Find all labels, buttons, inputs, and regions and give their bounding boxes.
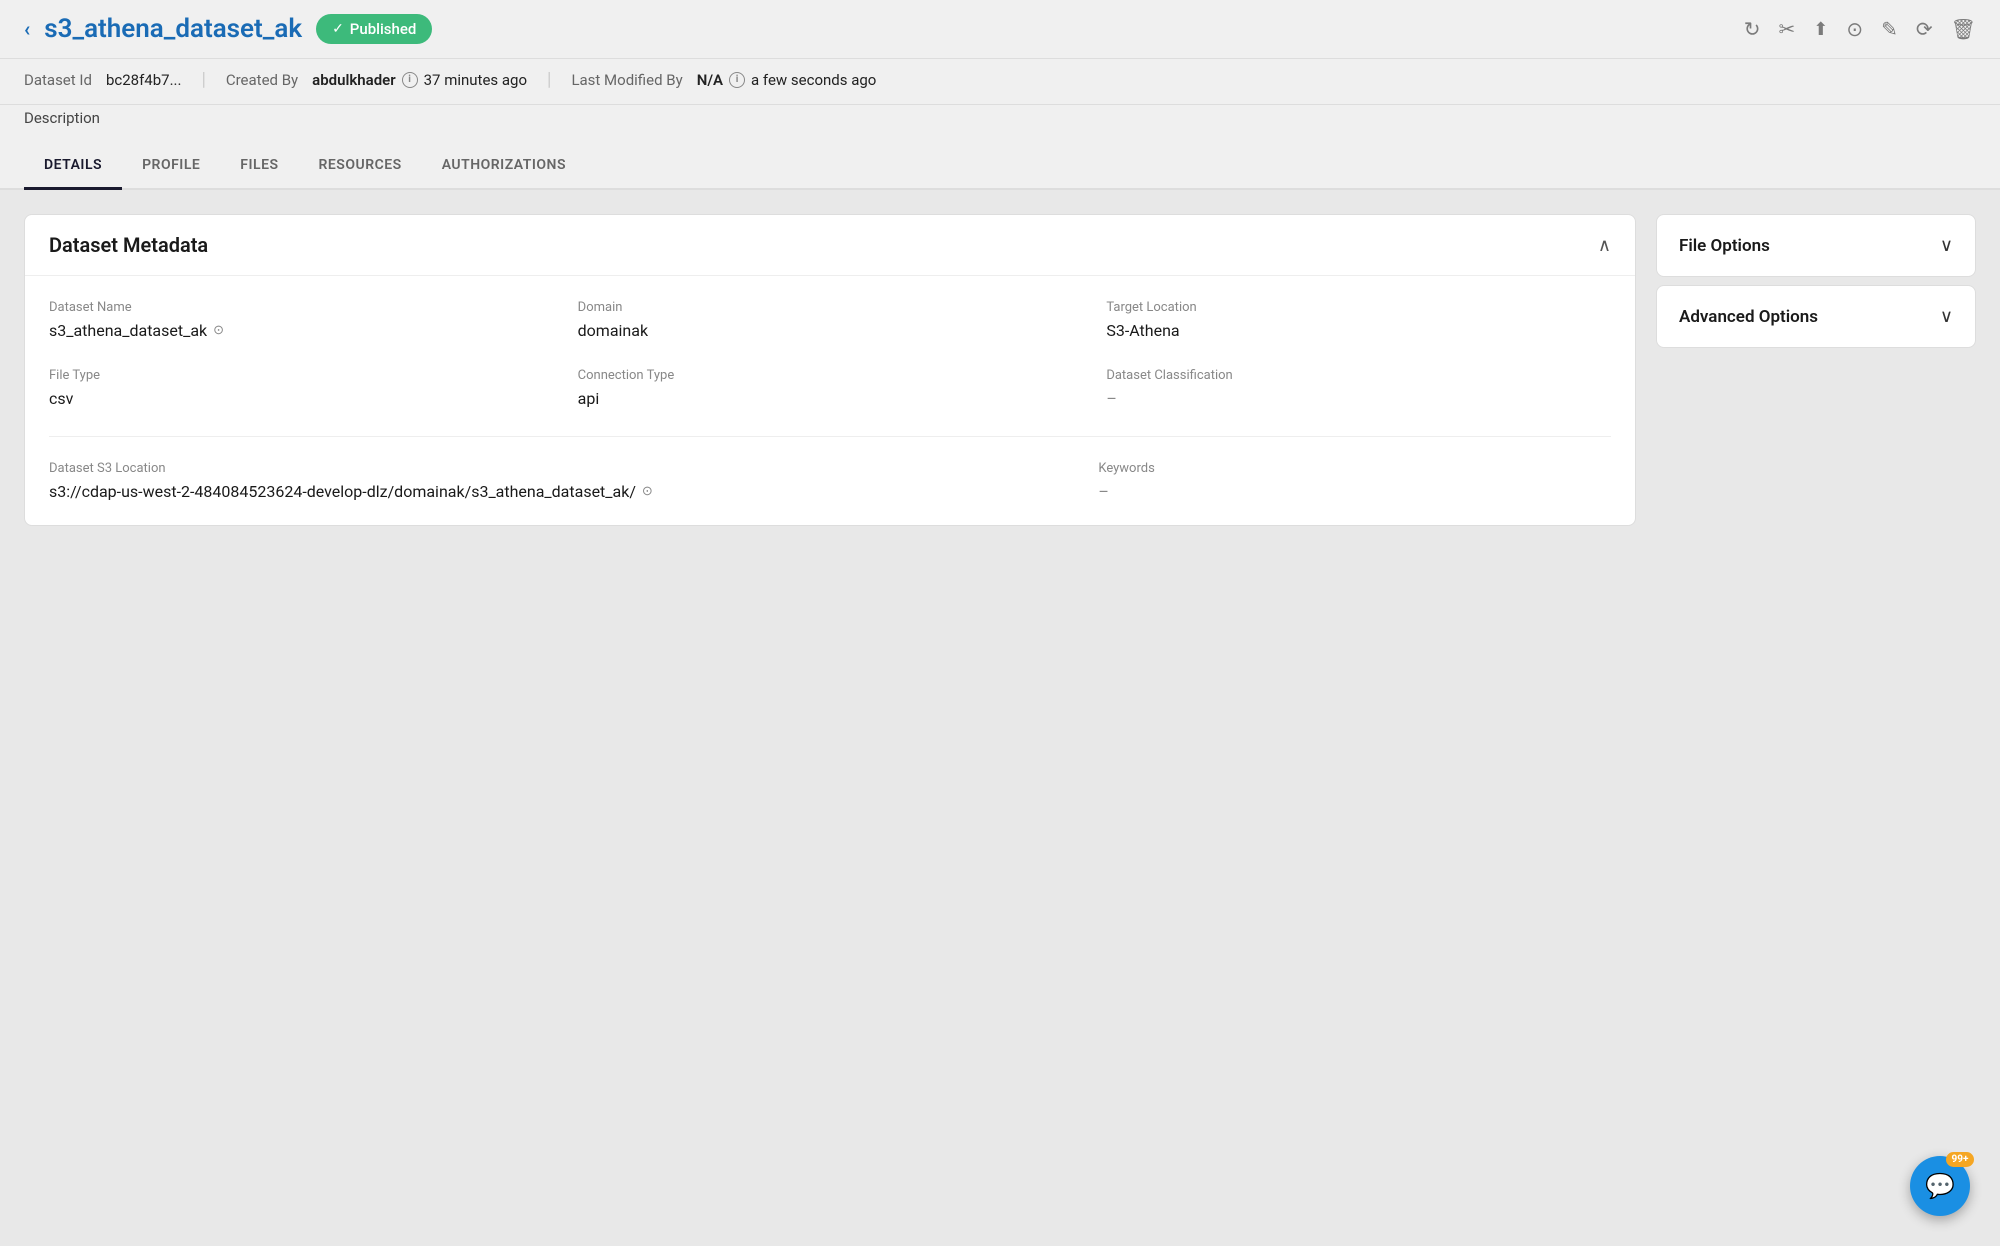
last-modified-item: Last Modified By N/A i a few seconds ago	[571, 71, 876, 89]
keywords-value-row: –	[1098, 482, 1611, 501]
dataset-title[interactable]: s3_athena_dataset_ak	[44, 14, 302, 44]
chat-icon: 💬	[1925, 1172, 1955, 1200]
tabs-bar: DETAILS PROFILE FILES RESOURCES AUTHORIZ…	[0, 143, 2000, 190]
tab-profile[interactable]: PROFILE	[122, 143, 220, 188]
s3-location-label: Dataset S3 Location	[49, 461, 1074, 476]
created-time: 37 minutes ago	[424, 71, 527, 89]
dataset-classification-value-row: –	[1106, 389, 1611, 408]
share-icon[interactable]: ⬆	[1813, 19, 1828, 40]
file-options-title: File Options	[1679, 236, 1770, 256]
history-icon[interactable]: ⟳	[1916, 17, 1933, 41]
domain-value: domainak	[578, 321, 648, 340]
copy-s3-location-icon[interactable]: ⊙	[642, 484, 653, 499]
advanced-options-title: Advanced Options	[1679, 307, 1818, 327]
dataset-name-value-row: s3_athena_dataset_ak ⊙	[49, 321, 554, 340]
dataset-name-label: Dataset Name	[49, 300, 554, 315]
metadata-card: Dataset Metadata ∧ Dataset Name s3_athen…	[24, 214, 1636, 526]
file-options-chevron-icon: ∨	[1940, 235, 1953, 256]
description-bar: Description	[0, 105, 2000, 143]
file-type-label: File Type	[49, 368, 554, 383]
last-modified-time: a few seconds ago	[751, 71, 876, 89]
dataset-id-item: Dataset Id bc28f4b7...	[24, 71, 181, 89]
last-modified-label: Last Modified By	[571, 71, 682, 89]
keywords-label: Keywords	[1098, 461, 1611, 476]
keywords-field: Keywords –	[1098, 461, 1611, 501]
field-row-2: File Type csv Connection Type api Datase…	[49, 368, 1611, 408]
tab-authorizations[interactable]: AUTHORIZATIONS	[422, 143, 586, 188]
s3-location-value: s3://cdap-us-west-2-484084523624-develop…	[49, 482, 636, 501]
tab-resources[interactable]: RESOURCES	[299, 143, 422, 188]
dataset-classification-value: –	[1106, 389, 1117, 408]
created-by-value: abdulkhader	[312, 71, 395, 89]
metadata-header: Dataset Metadata ∧	[25, 215, 1635, 276]
connection-type-value-row: api	[578, 389, 1083, 408]
edit-icon[interactable]: ✎	[1881, 17, 1898, 41]
metadata-body: Dataset Name s3_athena_dataset_ak ⊙ Doma…	[25, 276, 1635, 525]
file-options-card: File Options ∨	[1656, 214, 1976, 277]
last-modified-value: N/A	[697, 71, 723, 89]
domain-field: Domain domainak	[578, 300, 1083, 340]
created-by-label: Created By	[226, 71, 298, 89]
dataset-id-label: Dataset Id	[24, 71, 92, 89]
target-location-value-row: S3-Athena	[1106, 321, 1611, 340]
domain-label: Domain	[578, 300, 1083, 315]
advanced-options-card: Advanced Options ∨	[1656, 285, 1976, 348]
scissors-icon[interactable]: ✂	[1778, 17, 1795, 41]
advanced-options-header[interactable]: Advanced Options ∨	[1657, 286, 1975, 347]
last-modified-info-icon[interactable]: i	[729, 72, 745, 88]
main-content: Dataset Metadata ∧ Dataset Name s3_athen…	[0, 190, 2000, 550]
metadata-card-title: Dataset Metadata	[49, 233, 208, 257]
file-options-header[interactable]: File Options ∨	[1657, 215, 1975, 276]
meta-bar: Dataset Id bc28f4b7... | Created By abdu…	[0, 59, 2000, 105]
keywords-value: –	[1098, 482, 1109, 501]
file-type-value-row: csv	[49, 389, 554, 408]
tab-files[interactable]: FILES	[220, 143, 298, 188]
dataset-name-field: Dataset Name s3_athena_dataset_ak ⊙	[49, 300, 554, 340]
divider-1: |	[201, 69, 205, 90]
file-type-field: File Type csv	[49, 368, 554, 408]
top-bar: ‹ s3_athena_dataset_ak ✓ Published ↻ ✂ ⬆…	[0, 0, 2000, 59]
dataset-classification-field: Dataset Classification –	[1106, 368, 1611, 408]
s3-location-value-row: s3://cdap-us-west-2-484084523624-develop…	[49, 482, 1074, 501]
advanced-options-chevron-icon: ∨	[1940, 306, 1953, 327]
file-type-value: csv	[49, 389, 73, 408]
chat-button[interactable]: 99+ 💬	[1910, 1156, 1970, 1216]
dataset-id-value: bc28f4b7...	[106, 71, 182, 89]
section-divider	[49, 436, 1611, 437]
dataset-classification-label: Dataset Classification	[1106, 368, 1611, 383]
left-panel: Dataset Metadata ∧ Dataset Name s3_athen…	[24, 214, 1636, 526]
target-location-label: Target Location	[1106, 300, 1611, 315]
copy-dataset-name-icon[interactable]: ⊙	[213, 323, 224, 338]
description-label: Description	[24, 109, 100, 127]
connection-type-value: api	[578, 389, 600, 408]
target-location-field: Target Location S3-Athena	[1106, 300, 1611, 340]
published-badge: ✓ Published	[316, 14, 432, 44]
created-by-item: Created By abdulkhader i 37 minutes ago	[226, 71, 527, 89]
back-button[interactable]: ‹	[24, 17, 30, 41]
connection-type-label: Connection Type	[578, 368, 1083, 383]
search-icon[interactable]: ⊙	[1846, 17, 1863, 41]
published-label: Published	[350, 20, 417, 38]
s3-location-field: Dataset S3 Location s3://cdap-us-west-2-…	[49, 461, 1074, 501]
top-bar-left: ‹ s3_athena_dataset_ak ✓ Published	[24, 14, 432, 44]
refresh-icon[interactable]: ↻	[1744, 17, 1761, 41]
created-by-info-icon[interactable]: i	[402, 72, 418, 88]
connection-type-field: Connection Type api	[578, 368, 1083, 408]
right-panel: File Options ∨ Advanced Options ∨	[1656, 214, 1976, 348]
divider-2: |	[547, 69, 551, 90]
delete-icon[interactable]: 🗑	[1951, 17, 1976, 41]
domain-value-row: domainak	[578, 321, 1083, 340]
tab-details[interactable]: DETAILS	[24, 143, 122, 190]
check-icon: ✓	[332, 21, 344, 37]
target-location-value: S3-Athena	[1106, 321, 1179, 340]
field-row-3: Dataset S3 Location s3://cdap-us-west-2-…	[49, 461, 1611, 501]
toolbar: ↻ ✂ ⬆ ⊙ ✎ ⟳ 🗑	[1744, 17, 1976, 41]
dataset-name-value: s3_athena_dataset_ak	[49, 321, 207, 340]
collapse-icon[interactable]: ∧	[1598, 235, 1611, 256]
field-row-1: Dataset Name s3_athena_dataset_ak ⊙ Doma…	[49, 300, 1611, 340]
chat-badge: 99+	[1946, 1152, 1974, 1167]
